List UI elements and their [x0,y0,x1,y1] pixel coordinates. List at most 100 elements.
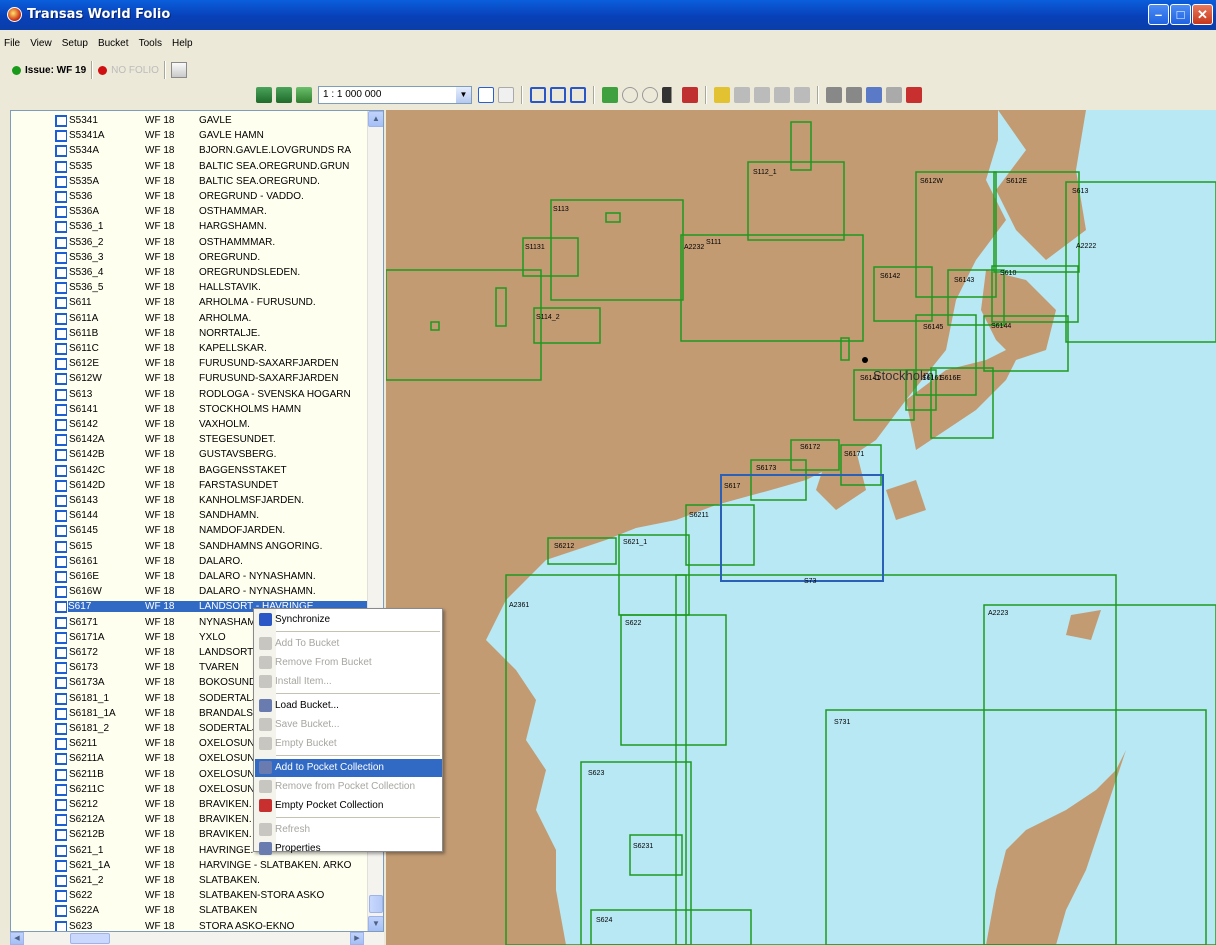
list-item[interactable]: S536_3 WF 18 OREGRUND. [11,251,369,265]
install-2-icon[interactable] [642,87,658,103]
menu-help[interactable]: Help [168,36,196,49]
context-menu-item[interactable]: Remove from Pocket Collection [255,778,442,796]
collection-icon[interactable] [826,87,842,103]
list-item[interactable]: S536_1 WF 18 HARGSHAMN. [11,221,369,234]
context-menu-item[interactable]: Load Bucket... [255,697,442,715]
zoom-rect-icon[interactable] [570,87,586,103]
list-item[interactable]: S611C WF 18 KAPELLSKAR. [11,343,369,356]
list-item[interactable]: S6142D WF 18 FARSTASUNDET [11,479,369,493]
folio-indicator[interactable]: NO FOLIO [98,65,159,76]
properties-icon[interactable] [170,62,187,78]
list-item[interactable]: S6142B WF 18 GUSTAVSBERG. [11,449,369,462]
collection-2-icon[interactable] [846,87,862,103]
list-item[interactable]: S536_2 WF 18 OSTHAMMMAR. [11,236,369,250]
bucket-remove-icon[interactable] [794,87,810,103]
context-menu-item[interactable]: Add to Pocket Collection [255,759,442,777]
bucket-empty-icon[interactable] [774,87,790,103]
list-item[interactable]: S536A WF 18 OSTHAMMAR. [11,206,369,219]
bucket-save-icon[interactable] [734,87,750,103]
list-item[interactable]: S535A WF 18 BALTIC SEA.OREGRUND. [11,175,369,189]
zoom-in-icon[interactable] [530,87,546,103]
bucket-load-icon[interactable] [714,87,730,103]
list-item[interactable]: S622 WF 18 SLATBAKEN-STORA ASKO [11,890,369,903]
chart-green-icon[interactable] [602,87,618,103]
sync-icon[interactable] [478,87,494,103]
bucket-icon[interactable] [754,87,770,103]
pocket-remove-icon[interactable] [886,87,902,103]
list-item[interactable]: S6141 WF 18 STOCKHOLMS HAMN [11,403,369,417]
page-icon[interactable] [498,87,514,103]
chart-file-icon [55,631,67,644]
list-item[interactable]: S535 WF 18 BALTIC SEA.OREGRUND.GRUN [11,160,369,174]
list-item[interactable]: S612E WF 18 FURUSUND-SAXARFJARDEN [11,358,369,371]
menu-file[interactable]: File [0,36,23,49]
zoom-out-icon[interactable] [550,87,566,103]
context-menu-item[interactable]: Remove From Bucket [255,654,442,672]
chart-code: S6212 [69,799,98,810]
list-item[interactable]: S612W WF 18 FURUSUND-SAXARFJARDEN [11,373,369,386]
list-item[interactable]: S611B WF 18 NORRTALJE. [11,327,369,341]
scroll-thumb[interactable] [369,895,383,913]
list-item[interactable]: S5341A WF 18 GAVLE HAMN [11,130,369,143]
close-button[interactable]: ✕ [1192,4,1213,25]
globe-full-icon[interactable] [296,87,312,103]
list-item[interactable]: S615 WF 18 SANDHAMNS ANGORING. [11,540,369,554]
list-item[interactable]: S622A WF 18 SLATBAKEN [11,905,369,918]
list-item[interactable]: S6142 WF 18 VAXHOLM. [11,419,369,432]
list-item[interactable]: S536_4 WF 18 OREGRUNDSLEDEN. [11,267,369,280]
menu-setup[interactable]: Setup [58,36,91,49]
context-menu-item[interactable]: Save Bucket... [255,716,442,734]
context-menu-item[interactable]: Refresh [255,821,442,839]
list-item[interactable]: S616E WF 18 DALARO - NYNASHAMN. [11,571,369,584]
delete-icon[interactable] [682,87,698,103]
list-item[interactable]: S611 WF 18 ARHOLMA - FURUSUND. [11,297,369,310]
minimize-button[interactable]: – [1148,4,1169,25]
scroll-up-icon[interactable]: ▲ [368,111,383,127]
scale-select[interactable]: 1 : 1 000 000 ▼ [318,86,472,104]
list-item[interactable]: S616W WF 18 DALARO - NYNASHAMN. [11,586,369,599]
title-bar[interactable]: Transas World Folio – □ ✕ [0,0,1216,30]
list-item[interactable]: S621_2 WF 18 SLATBAKEN. [11,875,369,888]
list-item[interactable]: S623 WF 18 STORA ASKO-EKNO [11,920,369,931]
list-item[interactable]: S6142C WF 18 BAGGENSSTAKET [11,464,369,478]
menu-tools[interactable]: Tools [135,36,165,49]
issue-indicator[interactable]: Issue: WF 19 [12,65,86,76]
menu-bucket[interactable]: Bucket [94,36,132,49]
scroll-left-icon[interactable]: ◀ [10,932,24,945]
context-menu-item[interactable]: Empty Pocket Collection [255,797,442,815]
list-item[interactable]: S536_5 WF 18 HALLSTAVIK. [11,282,369,295]
horizontal-scrollbar[interactable]: ◀ ▶ [10,932,384,945]
list-item[interactable]: S621_1A WF 18 HARVINGE - SLATBAKEN. ARKO [11,859,369,873]
key-icon[interactable] [662,87,678,103]
list-item[interactable]: S6142A WF 18 STEGESUNDET. [11,434,369,447]
pocket-empty-icon[interactable] [906,87,922,103]
context-menu-item[interactable]: Install Item... [255,673,442,691]
chevron-down-icon[interactable]: ▼ [456,87,471,103]
toolbar-separator [163,61,166,79]
list-item[interactable]: S6143 WF 18 KANHOLMSFJARDEN. [11,495,369,508]
install-icon[interactable] [622,87,638,103]
context-menu-item[interactable]: Properties [255,840,442,858]
list-item[interactable]: S6145 WF 18 NAMDOFJARDEN. [11,525,369,538]
context-menu-item[interactable]: Empty Bucket [255,735,442,753]
context-menu-item[interactable]: Add To Bucket [255,635,442,653]
globe-zoom-icon[interactable] [256,87,272,103]
list-item[interactable]: S536 WF 18 OREGRUND - VADDO. [11,191,369,204]
list-item[interactable]: S534A WF 18 BJORN.GAVLE.LOVGRUNDS RA [11,145,369,158]
list-item[interactable]: S611A WF 18 ARHOLMA. [11,312,369,326]
context-menu-item[interactable]: Synchronize [255,611,442,629]
list-item[interactable]: S5341 WF 18 GAVLE [11,115,369,128]
menu-view[interactable]: View [26,36,55,49]
pocket-add-icon[interactable] [866,87,882,103]
scroll-down-icon[interactable]: ▼ [368,916,383,931]
chart-version: WF 18 [145,540,175,552]
chart-map[interactable]: Stockholm S112_1 S113 S1131 A2232 S111 S… [386,110,1216,945]
maximize-button[interactable]: □ [1170,4,1191,25]
scroll-right-icon[interactable]: ▶ [350,932,364,945]
list-item[interactable]: S6144 WF 18 SANDHAMN. [11,510,369,523]
globe-pan-icon[interactable] [276,87,292,103]
list-item[interactable]: S613 WF 18 RODLOGA - SVENSKA HOGARN [11,388,369,402]
list-item[interactable]: S6161 WF 18 DALARO. [11,555,369,569]
horizontal-scroll-thumb[interactable] [70,933,110,944]
chart-code: S6142 [69,419,98,430]
